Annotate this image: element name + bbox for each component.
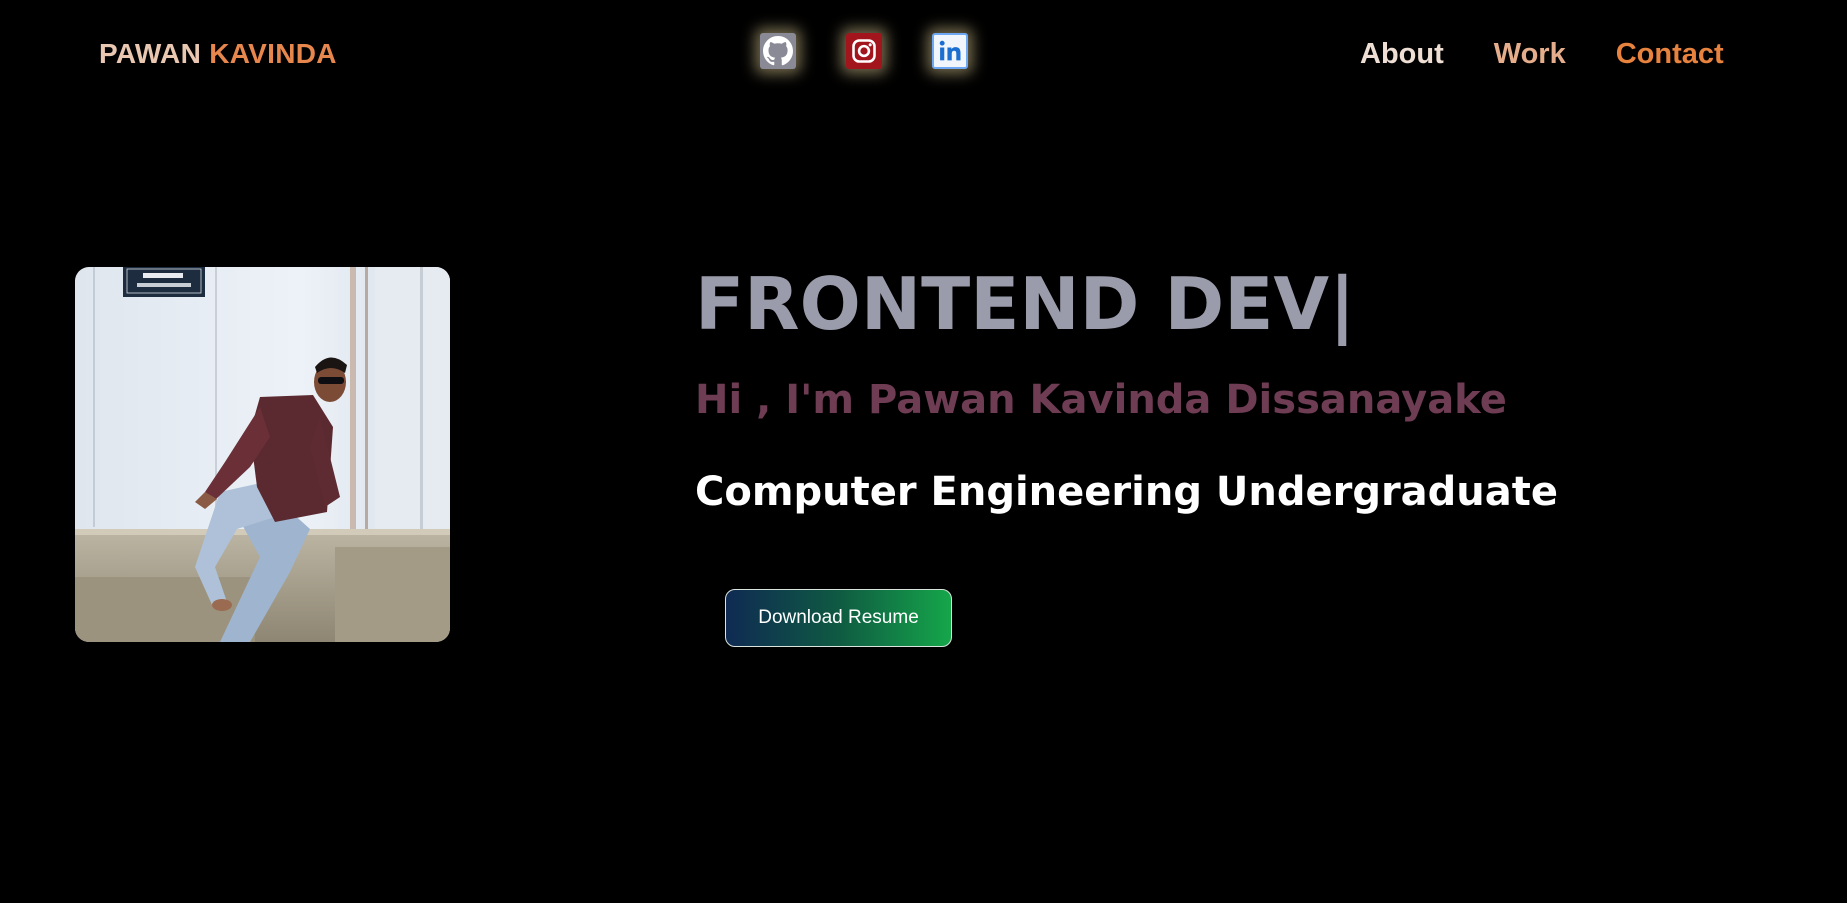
brand-last-name: KAVINDA xyxy=(209,38,337,69)
linkedin-link[interactable] xyxy=(932,33,968,69)
nav-about[interactable]: About xyxy=(1360,38,1444,71)
linkedin-icon xyxy=(939,40,961,61)
role-title: Computer Engineering Undergraduate xyxy=(695,469,1559,515)
github-icon xyxy=(763,36,793,66)
brand-first-name: PAWAN xyxy=(99,38,202,69)
github-link[interactable] xyxy=(760,33,796,69)
greeting-text: Hi , I'm Pawan Kavinda Dissanayake xyxy=(695,377,1507,423)
instagram-link[interactable] xyxy=(846,33,882,69)
social-links xyxy=(760,33,968,69)
brand-logo[interactable]: PAWAN KAVINDA xyxy=(99,38,337,70)
nav-contact[interactable]: Contact xyxy=(1616,38,1724,71)
typing-cursor: | xyxy=(1329,262,1356,346)
instagram-icon xyxy=(852,39,876,63)
headline-text: FRONTEND DEV xyxy=(695,262,1330,346)
profile-photo xyxy=(75,267,450,642)
download-resume-button[interactable]: Download Resume xyxy=(725,589,952,647)
headline: FRONTEND DEV| xyxy=(695,268,1355,340)
nav-work[interactable]: Work xyxy=(1494,38,1566,71)
main-nav: About Work Contact xyxy=(1360,38,1724,71)
portfolio-page: PAWAN KAVINDA About Work Contact FRONTEN… xyxy=(0,0,1847,903)
